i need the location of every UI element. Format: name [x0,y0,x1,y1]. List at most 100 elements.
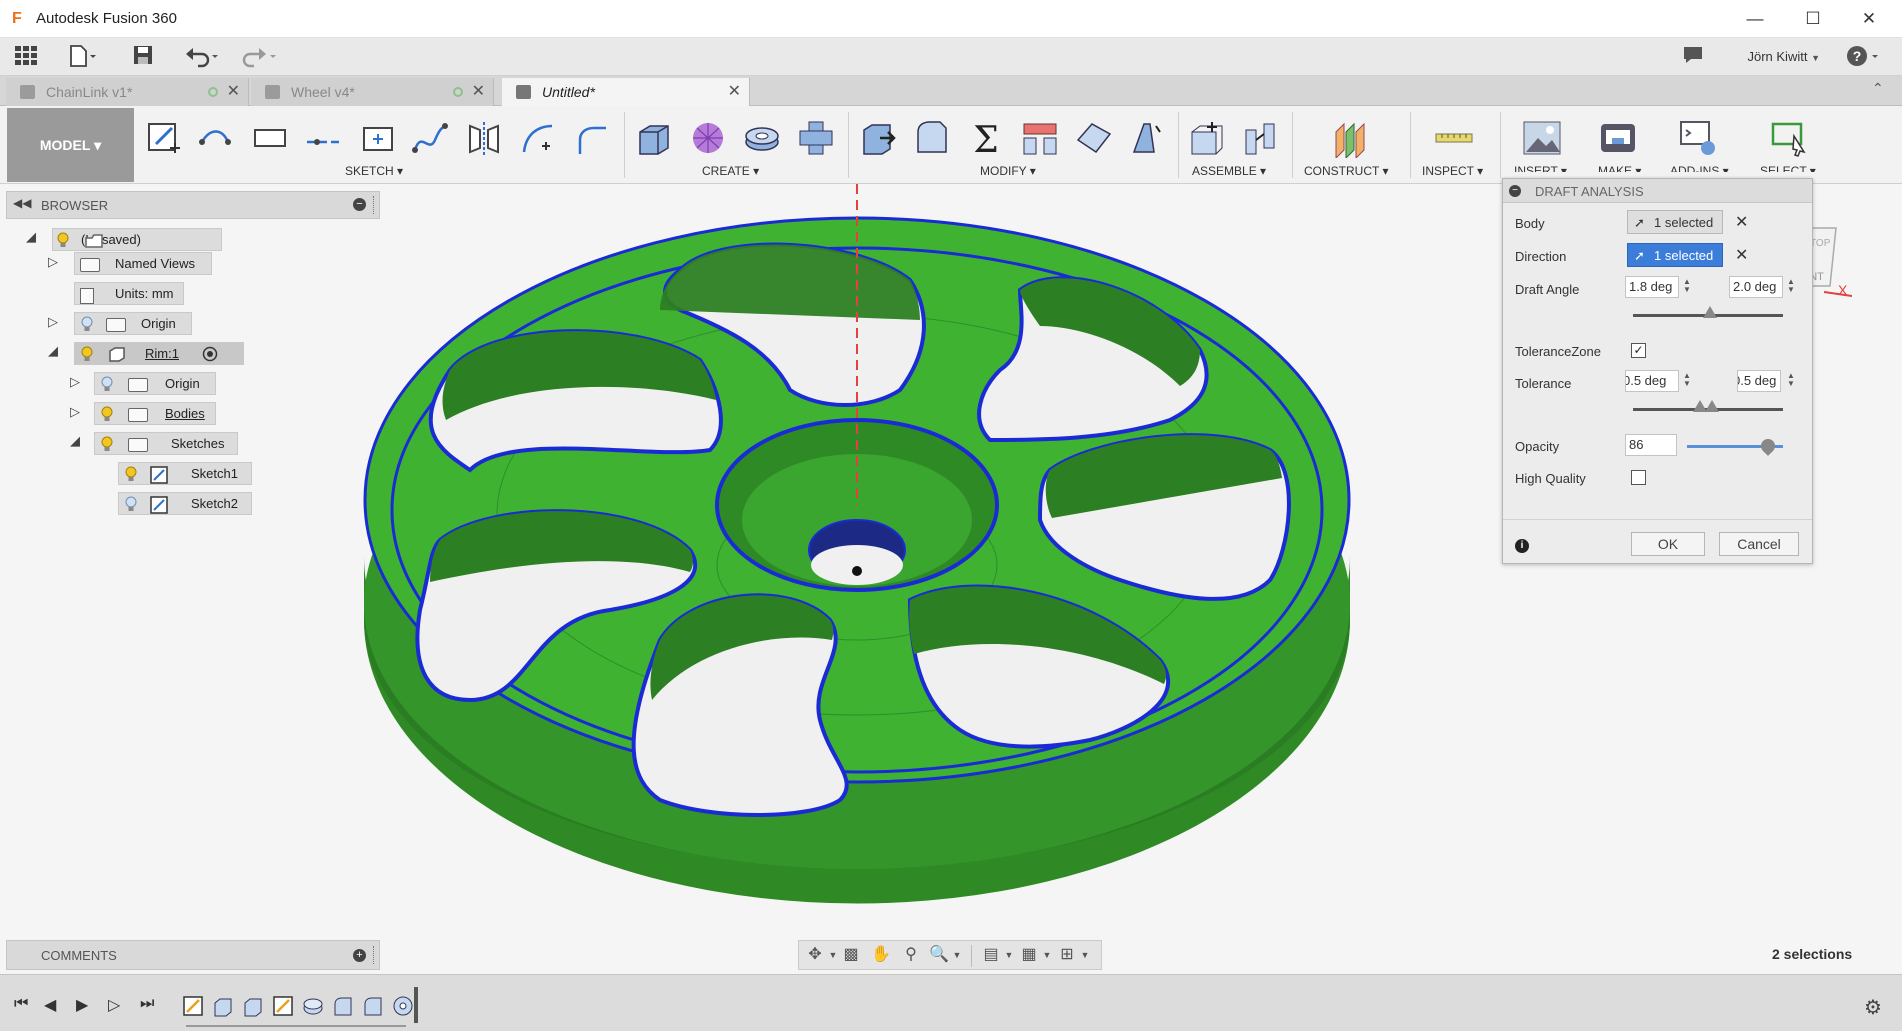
go-to-start-icon[interactable]: ⏮ [14,995,28,1013]
assemble-group-label[interactable]: ASSEMBLE ▾ [1192,164,1266,178]
timeline-extrude-icon[interactable] [242,995,264,1017]
spline-icon[interactable] [410,118,450,158]
direction-selector[interactable]: ➚ 1 selected [1627,243,1723,267]
zoom-icon[interactable]: ⚲ [901,945,921,965]
timeline-sketch-icon[interactable] [272,995,294,1017]
user-menu[interactable]: Jörn Kiwitt ▼ [1747,49,1820,64]
modify-group-label[interactable]: MODIFY ▾ [980,164,1036,178]
timeline-extrude-icon[interactable] [212,995,234,1017]
visibility-bulb-off-icon[interactable] [80,316,94,333]
visibility-bulb-icon[interactable] [100,436,114,453]
visibility-bulb-icon[interactable] [124,466,138,483]
fillet-icon[interactable] [912,118,952,158]
tolerance-slider-thumb-right[interactable] [1705,400,1719,412]
close-tab-icon[interactable]: ✕ [227,78,240,106]
line-icon[interactable] [196,118,236,158]
body-selector[interactable]: ➚ 1 selected [1627,210,1723,234]
make-group-label[interactable]: MAKE ▾ [1598,164,1641,172]
timeline-revolve-icon[interactable] [302,995,324,1017]
fit-zoom-icon[interactable]: 🔍 [929,945,949,965]
draft-angle-min-input[interactable]: 1.8 deg [1625,276,1679,298]
create-sketch-icon[interactable] [144,118,184,158]
cancel-button[interactable]: Cancel [1719,532,1799,556]
collapse-dialog-icon[interactable]: − [1509,185,1521,197]
grid-settings-icon[interactable]: ▦ [1019,945,1039,965]
visibility-bulb-icon[interactable] [100,406,114,423]
orbit-dropdown-icon[interactable]: ▼ [823,945,843,965]
comment-icon[interactable] [1682,44,1704,70]
maximize-icon[interactable]: ☐ [1790,6,1836,32]
redo-icon[interactable] [240,44,280,70]
visibility-bulb-icon[interactable] [56,232,70,249]
new-component-icon[interactable] [1186,118,1226,158]
3d-print-icon[interactable] [1598,118,1638,158]
help-icon[interactable]: ? [1846,44,1886,70]
collapse-triangle-icon[interactable]: ◢ [26,229,36,245]
workspace-switcher[interactable]: MODEL ▾ [7,108,134,182]
tab-chainlink[interactable]: ChainLink v1* ✕ [6,78,249,106]
collapse-toolbar-icon[interactable]: ⌃ [1872,80,1884,97]
file-menu-icon[interactable] [68,44,98,70]
orbit-icon[interactable]: ✥ [805,945,825,965]
add-ins-group-label[interactable]: ADD-INS ▾ [1670,164,1729,172]
tab-wheel[interactable]: Wheel v4* ✕ [251,78,494,106]
tolerance-min-spinner[interactable]: ▲ ▼ [1683,372,1691,388]
construct-group-label[interactable]: CONSTRUCT ▾ [1304,164,1388,178]
offset-plane-icon[interactable] [1330,118,1370,158]
insert-group-label[interactable]: INSERT ▾ [1514,164,1567,172]
high-quality-checkbox[interactable] [1631,470,1646,485]
extrude-icon[interactable] [634,118,674,158]
draft-angle-max-input[interactable]: 2.0 deg [1729,276,1783,298]
data-panel-grid-icon[interactable] [14,44,38,70]
point-icon[interactable] [358,118,398,158]
create-group-label[interactable]: CREATE ▾ [702,164,759,178]
info-icon[interactable]: i [1515,539,1529,553]
panel-grip-icon[interactable] [373,946,375,964]
combine-icon[interactable] [796,118,836,158]
clear-body-icon[interactable]: ✕ [1735,212,1748,232]
collapse-triangle-icon[interactable]: ◢ [70,433,80,449]
scripts-addins-icon[interactable] [1678,118,1718,158]
save-icon[interactable] [132,44,154,70]
tolerance-max-input[interactable]: 0.5 deg [1737,370,1781,392]
draft-angle-max-spinner[interactable]: ▲ ▼ [1787,278,1795,294]
select-group-label[interactable]: SELECT ▾ [1760,164,1816,172]
draft-icon[interactable] [1128,118,1168,158]
joint-icon[interactable] [1240,118,1280,158]
dialog-header[interactable]: − DRAFT ANALYSIS [1503,179,1812,203]
collapse-panel-icon[interactable]: ◀◀ [13,196,31,210]
expand-triangle-icon[interactable]: ▷ [70,374,80,390]
close-icon[interactable]: ✕ [1846,6,1892,32]
revolve-icon[interactable] [742,118,782,158]
timeline-pattern-icon[interactable] [392,995,414,1017]
measure-icon[interactable] [1434,118,1474,158]
sketch-group-label[interactable]: SKETCH ▾ [345,164,403,178]
look-at-icon[interactable]: ▩ [841,945,861,965]
panel-grip-icon[interactable] [373,196,375,214]
timeline-sketch-icon[interactable] [182,995,204,1017]
step-forward-icon[interactable]: ▷ [108,995,120,1015]
zoom-dropdown-icon[interactable]: ▼ [947,945,967,965]
visibility-bulb-off-icon[interactable] [124,496,138,513]
display-settings-icon[interactable]: ▤ [981,945,1001,965]
press-pull-icon[interactable] [858,118,898,158]
browser-panel-header[interactable]: ◀◀ BROWSER − [6,191,380,219]
form-icon[interactable] [688,118,728,158]
activate-component-icon[interactable] [202,346,218,362]
step-back-icon[interactable]: ◀ [44,995,56,1015]
opacity-slider-thumb[interactable] [1758,436,1778,456]
draft-angle-slider-thumb[interactable] [1703,306,1717,318]
expand-triangle-icon[interactable]: ▷ [48,314,58,330]
mirror-icon[interactable] [464,118,504,158]
comments-panel-header[interactable]: COMMENTS + [6,940,380,970]
add-comment-icon[interactable]: + [353,949,366,962]
browser-options-icon[interactable]: − [353,198,366,211]
viewports-dropdown-icon[interactable]: ▼ [1075,945,1095,965]
close-tab-icon[interactable]: ✕ [472,78,485,106]
tab-untitled[interactable]: Untitled* ✕ [502,78,750,106]
draft-angle-min-spinner[interactable]: ▲ ▼ [1683,278,1691,294]
timeline-settings-gear-icon[interactable]: ⚙ [1864,995,1882,1020]
rectangle-icon[interactable] [250,118,290,158]
opacity-input[interactable]: 86 [1625,434,1677,456]
expand-triangle-icon[interactable]: ▷ [70,404,80,420]
